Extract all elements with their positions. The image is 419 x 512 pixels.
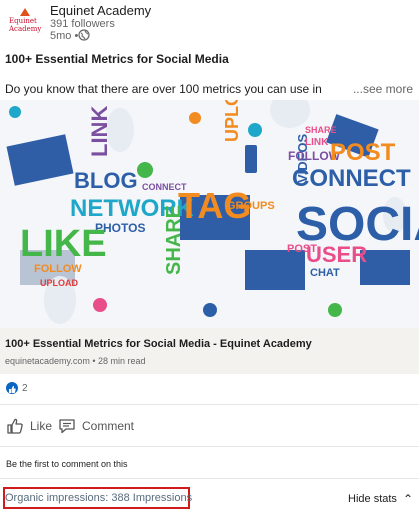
comment-icon (59, 419, 75, 434)
link-title[interactable]: 100+ Essential Metrics for Social Media … (5, 338, 312, 350)
like-button[interactable]: Like (6, 416, 52, 436)
svg-text:POST: POST (330, 139, 396, 166)
company-name[interactable]: Equinet Academy (50, 3, 151, 18)
svg-text:LINK: LINK (87, 106, 112, 157)
chevron-up-icon: ⌃ (402, 492, 413, 506)
like-label: Like (30, 419, 53, 433)
svg-text:LINK: LINK (305, 137, 329, 148)
article-image[interactable]: LINK BLOG NETWORK PHOTOS LIKE FOLLOW UPL… (0, 100, 419, 328)
logo-text-line1: Equinet (9, 17, 37, 25)
reaction-count: 2 (22, 383, 28, 394)
svg-text:LIKE: LIKE (20, 223, 107, 265)
organic-impressions[interactable]: Organic impressions: 388 Impressions (5, 492, 192, 504)
comment-label: Comment (82, 419, 135, 433)
social-media-collage: LINK BLOG NETWORK PHOTOS LIKE FOLLOW UPL… (0, 100, 419, 328)
post-body: Do you know that there are over 100 metr… (5, 82, 322, 96)
like-reaction-icon (6, 382, 18, 394)
see-more-link[interactable]: ...see more (353, 82, 413, 96)
globe-icon (78, 29, 90, 41)
link-preview-card[interactable]: 100+ Essential Metrics for Social Media … (0, 328, 419, 374)
post-header: Equinet Academy Equinet Academy 391 foll… (0, 0, 419, 46)
svg-text:CHAT: CHAT (310, 267, 340, 279)
divider (0, 478, 419, 479)
thumbs-up-icon (7, 418, 23, 434)
svg-text:UPLOAD: UPLOAD (40, 278, 79, 288)
svg-text:USER: USER (306, 242, 367, 267)
svg-text:FOLLOW: FOLLOW (34, 263, 82, 275)
svg-text:BLOG: BLOG (74, 168, 138, 193)
logo-text-line2: Academy (9, 25, 42, 33)
divider (0, 446, 419, 447)
company-logo[interactable]: Equinet Academy (6, 6, 42, 40)
logo-flame-icon (20, 8, 30, 16)
svg-text:UPLOAD: UPLOAD (222, 100, 242, 142)
svg-text:CONNECT: CONNECT (292, 165, 411, 192)
post-title: 100+ Essential Metrics for Social Media (5, 52, 229, 66)
divider (0, 404, 419, 405)
hide-stats-label: Hide stats (348, 493, 397, 505)
svg-text:SHARE: SHARE (305, 125, 337, 135)
hide-stats-button[interactable]: Hide stats ⌃ (348, 492, 413, 506)
first-comment-prompt: Be the first to comment on this (6, 459, 128, 469)
comment-button[interactable]: Comment (58, 416, 134, 436)
link-domain: equinetacademy.com • 28 min read (5, 356, 146, 366)
post-time: 5mo • (50, 30, 79, 42)
svg-text:GROUPS: GROUPS (227, 200, 275, 212)
